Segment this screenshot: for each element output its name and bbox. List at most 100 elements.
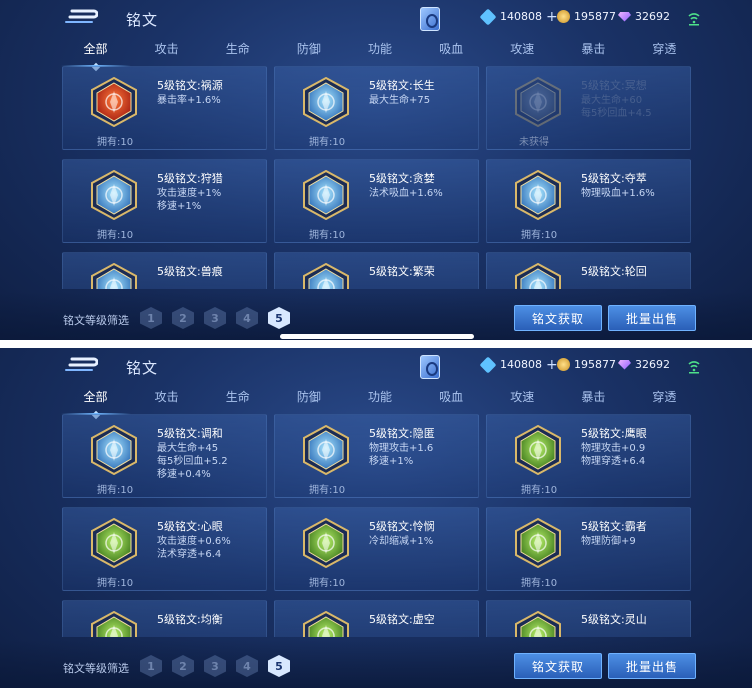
home-indicator[interactable]: [280, 334, 474, 339]
screen-bottom: 铭文 140808 + 195877 32692 全部 攻击 生命 防御 功能 吸血 攻速暴…: [0, 348, 752, 688]
rune-card[interactable]: 5级铭文:长生 最大生命+75 拥有:10: [274, 66, 479, 150]
level-filter-1[interactable]: 1: [140, 655, 162, 677]
green-eye-rune-icon: [91, 517, 137, 569]
level-filter-2[interactable]: 2: [172, 307, 194, 329]
rune-attribute: 最大生命+60: [581, 95, 643, 106]
tab-category[interactable]: 攻速: [487, 40, 558, 62]
rune-attributes: 最大生命+45 每5秒回血+5.2 移速+0.4%: [157, 442, 228, 481]
rune-attribute: 物理攻击+1.6: [369, 443, 434, 454]
rune-attribute: 最大生命+75: [369, 95, 431, 106]
tab-category[interactable]: 暴击: [558, 388, 629, 410]
rune-card[interactable]: 5级铭文:虚空: [274, 600, 479, 637]
green-balance-rune-icon: [91, 610, 137, 637]
rune-name: 5级铭文:繁荣: [369, 265, 435, 278]
plus-icon[interactable]: +: [546, 10, 558, 24]
rune-card[interactable]: 5级铭文:心眼 攻击速度+0.6% 法术穿透+6.4 拥有:10: [62, 507, 267, 591]
rune-attribute: 攻击速度+1%: [157, 188, 222, 199]
rune-card-icon[interactable]: [420, 7, 440, 31]
rune-card[interactable]: 5级铭文:灵山: [486, 600, 691, 637]
rune-card[interactable]: 5级铭文:狩猎 攻击速度+1% 移速+1% 拥有:10: [62, 159, 267, 243]
top-bar: 铭文 140808 + 195877 32692: [0, 0, 752, 38]
level-filter-5[interactable]: 5: [268, 655, 290, 677]
tab-category[interactable]: 攻击: [131, 388, 202, 410]
rune-card[interactable]: 5级铭文:祸源 暴击率+1.6% 拥有:10: [62, 66, 267, 150]
tab-category[interactable]: 穿透: [629, 388, 700, 410]
level-filter-4[interactable]: 4: [236, 307, 258, 329]
rune-attribute: 物理穿透+6.4: [581, 456, 646, 467]
rune-card[interactable]: 5级铭文:鹰眼 物理攻击+0.9 物理穿透+6.4 拥有:10: [486, 414, 691, 498]
tab-category[interactable]: 攻速: [487, 388, 558, 410]
rune-obtain-button[interactable]: 铭文获取: [514, 653, 602, 679]
rune-card[interactable]: 5级铭文:霸者 物理防御+9 拥有:10: [486, 507, 691, 591]
rune-owned-count: 未获得: [519, 137, 549, 148]
tab-category[interactable]: 防御: [273, 388, 344, 410]
back-arrow-icon[interactable]: [64, 8, 98, 26]
level-filter-1[interactable]: 1: [140, 307, 162, 329]
back-arrow-icon[interactable]: [64, 356, 98, 374]
rune-owned-count: 拥有:10: [97, 230, 134, 241]
rune-attribute: 每5秒回血+5.2: [157, 456, 228, 467]
rune-name: 5级铭文:虚空: [369, 613, 435, 626]
rune-card[interactable]: 5级铭文:怜悯 冷却缩减+1% 拥有:10: [274, 507, 479, 591]
tab-category[interactable]: 全部: [60, 40, 131, 67]
rune-card-icon[interactable]: [420, 355, 440, 379]
gem-currency[interactable]: 140808 +: [479, 356, 558, 373]
green-mountain-rune-icon: [515, 610, 561, 637]
rune-attribute: 物理吸血+1.6%: [581, 188, 655, 199]
tab-category[interactable]: 生命: [202, 388, 273, 410]
rune-card[interactable]: 5级铭文:繁荣: [274, 252, 479, 289]
tab-category[interactable]: 穿透: [629, 40, 700, 62]
rune-attribute: 攻击速度+0.6%: [157, 536, 231, 547]
rune-card[interactable]: 5级铭文:均衡: [62, 600, 267, 637]
rune-card[interactable]: 5级铭文:夺萃 物理吸血+1.6% 拥有:10: [486, 159, 691, 243]
rune-attribute: 最大生命+45: [157, 443, 219, 454]
blue-leaf-rune-icon: [303, 76, 349, 128]
tab-category[interactable]: 功能: [344, 40, 415, 62]
tab-category[interactable]: 吸血: [416, 40, 487, 62]
bottom-bar: 铭文等级筛选 1 2 3 4 5 铭文获取 批量出售: [0, 292, 752, 340]
rune-owned-count: 拥有:10: [309, 485, 346, 496]
blue-ring-rune-icon: [515, 262, 561, 289]
rune-name: 5级铭文:心眼: [157, 520, 223, 533]
gem-currency[interactable]: 140808 +: [479, 8, 558, 25]
rune-card[interactable]: 5级铭文:轮回: [486, 252, 691, 289]
tab-category[interactable]: 功能: [344, 388, 415, 410]
gem-value: 140808: [500, 10, 542, 23]
rune-card[interactable]: 5级铭文:兽痕: [62, 252, 267, 289]
tab-category[interactable]: 攻击: [131, 40, 202, 62]
page-title: 铭文: [126, 359, 159, 377]
blue-star-rune-icon: [303, 262, 349, 289]
tab-category[interactable]: 全部: [60, 388, 131, 415]
level-filter-3[interactable]: 3: [204, 307, 226, 329]
level-filter-2[interactable]: 2: [172, 655, 194, 677]
tab-category[interactable]: 生命: [202, 40, 273, 62]
tab-category[interactable]: 防御: [273, 40, 344, 62]
red-flame-rune-icon: [91, 76, 137, 128]
screen-top: 铭文 140808 + 195877 32692 全部 攻击 生命 防御 功能 吸血 攻速暴…: [0, 0, 752, 340]
diamond-currency: 32692: [618, 358, 670, 371]
rune-name: 5级铭文:霸者: [581, 520, 647, 533]
tab-category[interactable]: 吸血: [416, 388, 487, 410]
gold-coin-icon: [557, 358, 570, 371]
rune-attribute: 法术穿透+6.4: [157, 549, 222, 560]
rune-owned-count: 拥有:10: [521, 485, 558, 496]
rune-owned-count: 拥有:10: [309, 578, 346, 589]
tab-category[interactable]: 暴击: [558, 40, 629, 62]
plus-icon[interactable]: +: [546, 358, 558, 372]
rune-card[interactable]: 5级铭文:隐匿 物理攻击+1.6 移速+1% 拥有:10: [274, 414, 479, 498]
rune-obtain-button[interactable]: 铭文获取: [514, 305, 602, 331]
rune-card[interactable]: 5级铭文:调和 最大生命+45 每5秒回血+5.2 移速+0.4% 拥有:10: [62, 414, 267, 498]
rune-grid: 5级铭文:调和 最大生命+45 每5秒回血+5.2 移速+0.4% 拥有:10 5级…: [62, 414, 692, 637]
bottom-bar: 铭文等级筛选 1 2 3 4 5 铭文获取 批量出售: [0, 640, 752, 688]
divider: [0, 340, 752, 348]
rune-card[interactable]: 5级铭文:贪婪 法术吸血+1.6% 拥有:10: [274, 159, 479, 243]
level-filter-4[interactable]: 4: [236, 655, 258, 677]
gem-icon: [479, 356, 497, 373]
rune-name: 5级铭文:冥想: [581, 79, 647, 92]
rune-grid: 5级铭文:祸源 暴击率+1.6% 拥有:10 5级铭文:长生 最大生命+75 拥…: [62, 66, 692, 289]
batch-sell-button[interactable]: 批量出售: [608, 305, 696, 331]
level-filter-5[interactable]: 5: [268, 307, 290, 329]
batch-sell-button[interactable]: 批量出售: [608, 653, 696, 679]
level-filter-3[interactable]: 3: [204, 655, 226, 677]
rune-card[interactable]: 5级铭文:冥想 最大生命+60 每5秒回血+4.5 未获得: [486, 66, 691, 150]
